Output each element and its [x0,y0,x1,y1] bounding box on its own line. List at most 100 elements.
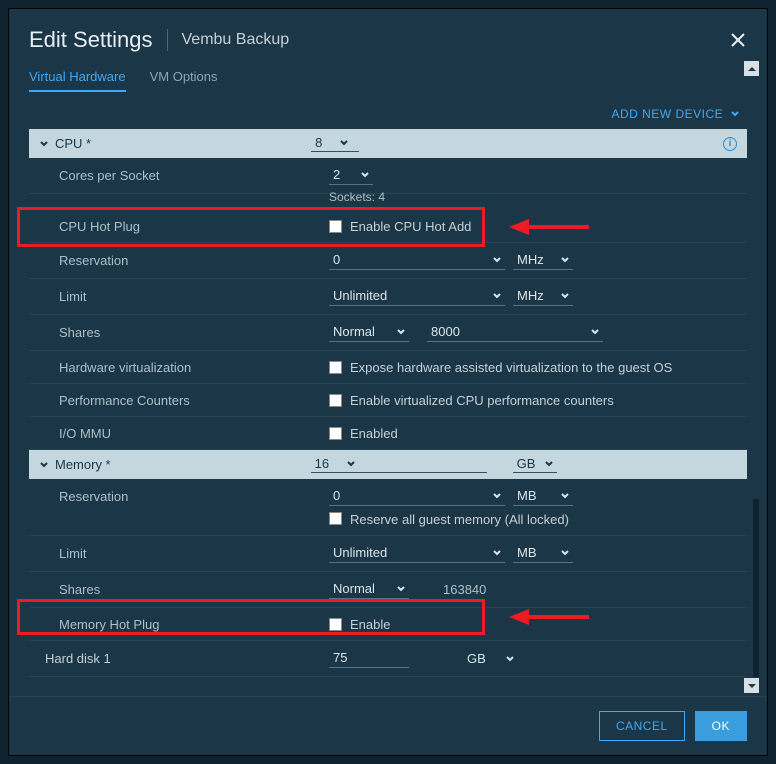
cpu-count-value: 8 [315,135,322,150]
memory-reservation-label: Reservation [59,489,329,504]
memory-hot-plug-checkbox-label[interactable]: Enable [350,617,390,632]
cpu-reservation-unit: MHz [517,252,544,267]
iommu-row: I/O MMU Enabled [29,417,747,450]
cpu-reservation-unit-select[interactable]: MHz [513,251,573,270]
chevron-down-icon [561,492,569,500]
chevron-down-icon [39,460,49,470]
cpu-reservation-select[interactable]: 0 [329,251,505,270]
cancel-button[interactable]: CANCEL [599,711,685,741]
memory-reservation-unit-select[interactable]: MB [513,487,573,506]
tab-bar: Virtual Hardware VM Options [9,63,767,93]
tab-vm-options[interactable]: VM Options [150,63,218,92]
memory-unit-select[interactable]: GB [513,456,558,473]
cpu-limit-select[interactable]: Unlimited [329,287,505,306]
cpu-section-header[interactable]: CPU * 8 i [29,129,747,158]
ok-button[interactable]: OK [695,711,747,741]
chevron-down-icon [340,139,348,147]
perf-counters-checkbox-label[interactable]: Enable virtualized CPU performance count… [350,393,614,408]
add-new-device-button[interactable]: ADD NEW DEVICE [9,93,767,129]
performance-counters-row: Performance Counters Enable virtualized … [29,384,747,417]
chevron-down-icon [397,585,405,593]
memory-limit-unit-select[interactable]: MB [513,544,573,563]
memory-shares-num: 163840 [437,582,486,597]
cpu-hot-plug-label: CPU Hot Plug [59,219,329,234]
performance-counters-label: Performance Counters [59,393,329,408]
chevron-down-icon [493,292,501,300]
hard-disk-label: Hard disk 1 [45,651,111,666]
cores-per-socket-select[interactable]: 2 [329,166,373,185]
memory-size-value: 16 [315,456,329,471]
cpu-shares-label: Shares [59,325,329,340]
cpu-limit-unit: MHz [517,288,544,303]
reserve-all-memory-checkbox[interactable] [329,512,342,525]
chevron-down-icon [493,492,501,500]
memory-shares-row: Shares Normal 163840 [29,572,747,608]
chevron-down-icon [361,171,369,179]
cpu-hot-plug-row: CPU Hot Plug Enable CPU Hot Add [29,210,747,243]
hard-disk-unit: GB [467,651,486,666]
cores-per-socket-value: 2 [333,167,340,182]
iommu-label: I/O MMU [59,426,329,441]
hard-disk-row[interactable]: Hard disk 1 75 GB [29,641,747,677]
memory-limit-unit: MB [517,545,537,560]
memory-section-header[interactable]: Memory * 16 GB [29,450,747,479]
dialog-title: Edit Settings [29,27,153,53]
cpu-limit-label: Limit [59,289,329,304]
cpu-shares-num-select[interactable]: 8000 [427,323,603,342]
scrollbar[interactable] [753,499,759,677]
memory-limit-value: Unlimited [333,545,387,560]
add-device-label: ADD NEW DEVICE [611,107,723,121]
cpu-reservation-value: 0 [333,252,340,267]
cpu-limit-unit-select[interactable]: MHz [513,287,573,306]
close-icon[interactable] [729,31,747,49]
hardware-virtualization-label: Hardware virtualization [59,360,329,375]
dialog-subtitle: Vembu Backup [182,31,290,49]
memory-reservation-row: Reservation 0 MB Reserve all guest memor… [29,479,747,536]
perf-counters-checkbox[interactable] [329,394,342,407]
memory-reservation-select[interactable]: 0 [329,487,505,506]
iommu-checkbox[interactable] [329,427,342,440]
settings-content: CPU * 8 i Cores per Socket 2 Sockets: 4 … [9,129,767,696]
cores-per-socket-row: Cores per Socket 2 [29,158,747,194]
cpu-hot-add-checkbox-label[interactable]: Enable CPU Hot Add [350,219,471,234]
memory-limit-select[interactable]: Unlimited [329,544,505,563]
cpu-count-select[interactable]: 8 [311,135,359,152]
hw-virt-checkbox[interactable] [329,361,342,374]
memory-limit-label: Limit [59,546,329,561]
tab-virtual-hardware[interactable]: Virtual Hardware [29,63,126,92]
dialog-footer: CANCEL OK [9,696,767,755]
title-divider [167,29,168,51]
cpu-shares-row: Shares Normal 8000 [29,315,747,351]
chevron-down-icon [561,292,569,300]
memory-reservation-value: 0 [333,488,340,503]
memory-header-label: Memory * [55,457,111,472]
dialog-header: Edit Settings Vembu Backup [9,9,767,63]
chevron-down-icon [731,110,739,118]
memory-hot-plug-label: Memory Hot Plug [59,617,329,632]
chevron-down-icon [493,549,501,557]
memory-hot-plug-checkbox[interactable] [329,618,342,631]
iommu-checkbox-label[interactable]: Enabled [350,426,398,441]
hard-disk-unit-select[interactable]: GB [467,651,514,666]
memory-shares-select[interactable]: Normal [329,580,409,599]
hw-virt-checkbox-label[interactable]: Expose hardware assisted virtualization … [350,360,672,375]
chevron-down-icon [39,139,49,149]
scroll-up-button[interactable] [744,61,759,76]
info-icon[interactable]: i [723,137,737,151]
scroll-down-button[interactable] [744,678,759,693]
chevron-down-icon [561,549,569,557]
chevron-down-icon [347,460,355,468]
hard-disk-size-input[interactable]: 75 [329,649,409,668]
reserve-all-memory-label[interactable]: Reserve all guest memory (All locked) [350,512,569,527]
chevron-down-icon [591,328,599,336]
memory-hot-plug-row: Memory Hot Plug Enable [29,608,747,641]
cpu-hot-add-checkbox[interactable] [329,220,342,233]
chevron-down-icon [397,328,405,336]
cpu-shares-select[interactable]: Normal [329,323,409,342]
chevron-down-icon [506,655,514,663]
cpu-limit-row: Limit Unlimited MHz [29,279,747,315]
cpu-header-label: CPU * [55,136,91,151]
memory-shares-label: Shares [59,582,329,597]
chevron-down-icon [561,256,569,264]
memory-size-select[interactable]: 16 [311,456,487,473]
